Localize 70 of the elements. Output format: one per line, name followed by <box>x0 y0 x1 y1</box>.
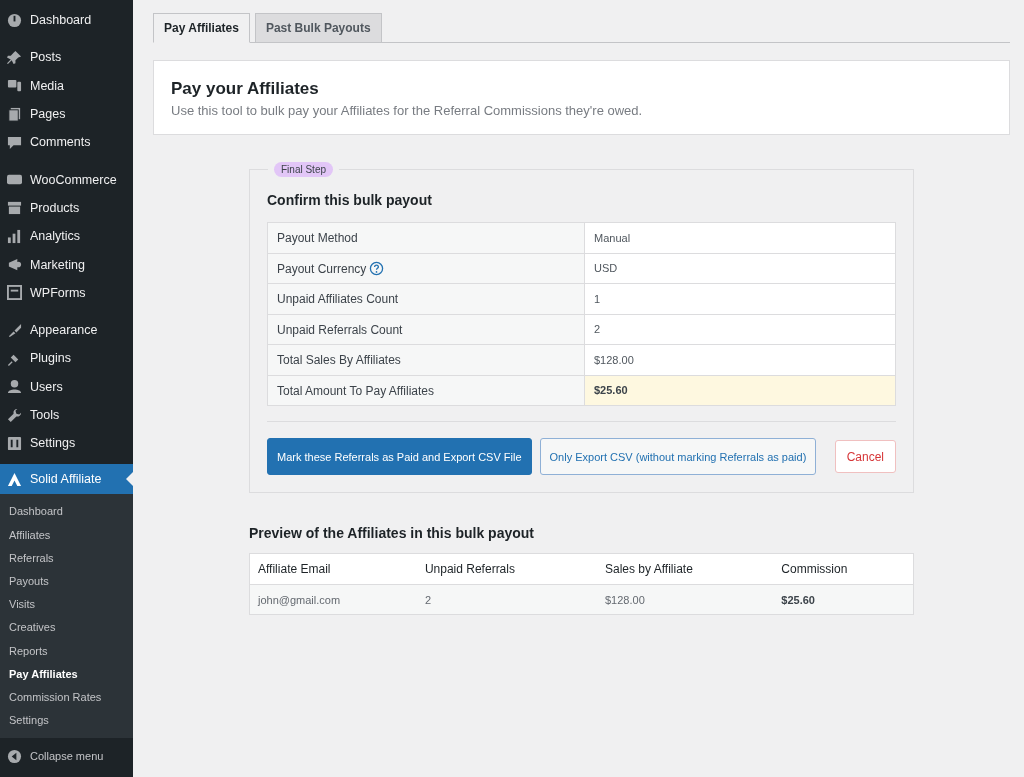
tab[interactable]: Pay Affiliates <box>153 13 250 43</box>
table-cell: $25.60 <box>584 375 896 406</box>
speech-bubble-icon <box>7 134 22 150</box>
pin-icon <box>7 49 22 65</box>
page-title: Pay your Affiliates <box>171 79 320 99</box>
submenu-item[interactable]: Affiliates <box>0 523 133 547</box>
submenu-item[interactable]: Pay Affiliates <box>0 662 133 686</box>
menu-item[interactable]: Settings <box>0 429 133 458</box>
menu-item[interactable]: WPForms <box>0 278 133 307</box>
row-label: Unpaid Referrals Count <box>277 322 403 337</box>
user-icon <box>7 379 22 395</box>
table-cell: john@gmail.com <box>249 584 417 615</box>
table-cell: $128.00 <box>584 344 896 375</box>
submenu-item[interactable]: Settings <box>0 709 133 733</box>
section-title: Confirm this bulk payout <box>267 192 433 208</box>
table-cell: $25.60 <box>773 584 914 615</box>
submenu-item[interactable]: Visits <box>0 593 133 617</box>
gauge-icon <box>7 12 22 28</box>
table-cell: USD <box>584 253 896 284</box>
submenu-item[interactable]: Reports <box>0 639 133 663</box>
paintbrush-icon <box>7 322 22 338</box>
form-icon <box>7 285 22 301</box>
table-cell: 1 <box>584 283 896 314</box>
row-label: Unpaid Affiliates Count <box>277 292 399 307</box>
menu-item[interactable]: Dashboard <box>0 6 133 35</box>
archive-box-icon <box>7 200 22 216</box>
wrench-icon <box>7 407 22 423</box>
section-title: Preview of the Affiliates in this bulk payout <box>249 525 535 541</box>
submenu-item[interactable]: Commission Rates <box>0 685 133 710</box>
menu-item[interactable]: Posts <box>0 43 133 72</box>
menu-item[interactable]: Media <box>0 71 133 100</box>
menu-item[interactable]: WooCommerce <box>0 165 133 194</box>
export-csv-button[interactable]: Only Export CSV (without marking Referrals as paid) <box>539 438 817 475</box>
column-header: Sales by Affiliate <box>597 553 774 585</box>
menu-item[interactable]: Analytics <box>0 222 133 251</box>
bar-chart-icon <box>7 228 22 244</box>
submenu-item[interactable]: Creatives <box>0 616 133 640</box>
menu-item[interactable]: Comments <box>0 128 133 157</box>
collapse-menu-button[interactable]: Collapse menu <box>0 739 133 773</box>
submenu-item[interactable]: Referrals <box>0 546 133 570</box>
menu-item[interactable]: Solid Affiliate <box>0 464 133 495</box>
triangle-logo-icon <box>7 471 22 487</box>
menu-item[interactable]: Appearance <box>0 315 133 345</box>
row-label: Payout Method <box>277 231 358 246</box>
menu-item[interactable]: Tools <box>0 400 133 430</box>
menu-item[interactable]: Products <box>0 193 133 223</box>
menu-item[interactable]: Pages <box>0 99 133 129</box>
table-cell: 2 <box>584 314 896 345</box>
pages-icon <box>7 106 22 122</box>
column-header: Affiliate Email <box>249 553 417 585</box>
mark-paid-export-button[interactable]: Mark these Referrals as Paid and Export CSV File <box>267 438 532 475</box>
media-icon <box>7 78 22 94</box>
left-arrow-circle-icon <box>7 748 22 764</box>
menu-item[interactable]: Users <box>0 372 133 401</box>
table-cell: $128.00 <box>597 584 774 615</box>
page-description: Use this tool to bulk pay your Affiliates for the Referral Commissions they're owed. <box>171 103 644 118</box>
row-label: Payout Currency <box>277 261 367 276</box>
submenu-item[interactable]: Payouts <box>0 570 133 594</box>
tab[interactable]: Past Bulk Payouts <box>254 13 382 43</box>
menu-item[interactable]: Marketing <box>0 250 133 279</box>
row-label: Total Sales By Affiliates <box>277 353 401 368</box>
column-header: Commission <box>773 553 914 585</box>
menu-item[interactable]: Plugins <box>0 344 133 373</box>
table-cell: 2 <box>416 584 597 615</box>
submenu-item[interactable]: Dashboard <box>0 500 133 524</box>
column-header: Unpaid Referrals <box>416 553 597 585</box>
help-icon[interactable] <box>369 260 385 276</box>
table-cell: Manual <box>584 222 896 253</box>
cancel-button[interactable]: Cancel <box>834 440 896 473</box>
row-label: Total Amount To Pay Affiliates <box>277 383 434 398</box>
